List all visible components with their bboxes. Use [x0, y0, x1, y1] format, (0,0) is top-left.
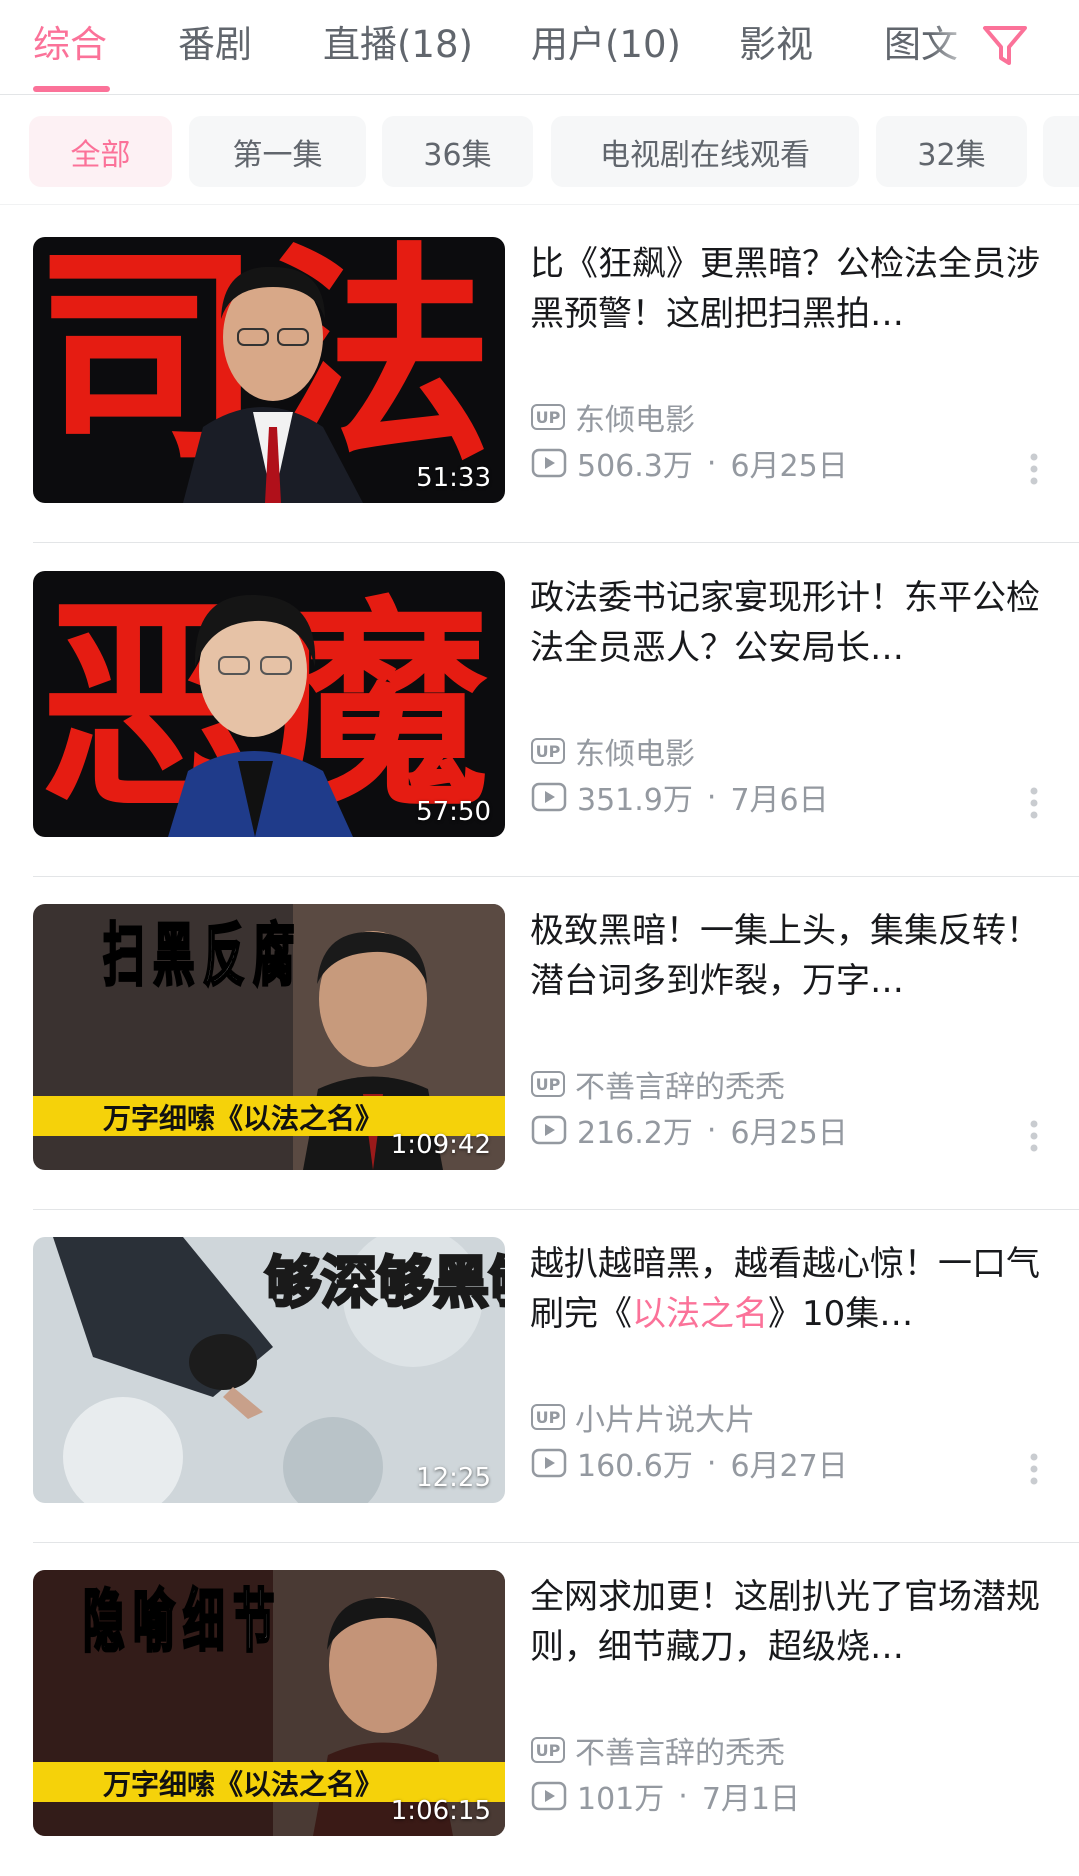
uploader-row[interactable]: UP 小片片说大片 — [531, 1395, 755, 1439]
video-result[interactable]: 够深够黑够烧脑 12:25 越扒越暗黑，越看越心惊！一口气刷完《以法之名》10集… — [0, 1209, 1079, 1543]
more-options-icon[interactable] — [1028, 451, 1040, 487]
play-count-icon — [531, 448, 567, 478]
tab-live[interactable]: 直播(18) — [323, 14, 473, 68]
publish-date: 6月25日 — [730, 449, 848, 484]
view-count: 160.6万 — [577, 1449, 693, 1484]
up-badge-icon: UP — [531, 738, 565, 764]
play-count-icon — [531, 782, 567, 812]
tab-all[interactable]: 综合 — [33, 14, 107, 68]
view-count: 216.2万 — [577, 1116, 693, 1151]
separator: · — [706, 779, 717, 815]
play-count-icon — [531, 1115, 567, 1145]
uploader-name[interactable]: 小片片说大片 — [575, 1395, 755, 1439]
up-badge-icon: UP — [531, 404, 565, 430]
tab-film-tv[interactable]: 影视 — [739, 14, 813, 68]
chip-partial[interactable] — [1043, 116, 1079, 187]
video-title[interactable]: 政法委书记家宴现形计！东平公检法全员恶人？公安局长… — [530, 573, 1040, 673]
video-duration: 1:06:15 — [390, 1796, 491, 1826]
more-options-icon[interactable] — [1028, 1451, 1040, 1487]
chip-watch-online[interactable]: 电视剧在线观看 — [551, 116, 859, 187]
video-duration: 51:33 — [416, 463, 491, 493]
uploader-row[interactable]: UP 不善言辞的秃秃 — [531, 1062, 785, 1106]
stats-row: 506.3万 · 6月25日 — [531, 441, 848, 485]
uploader-row[interactable]: UP 东倾电影 — [531, 729, 695, 773]
video-thumbnail[interactable]: 隐喻细节 万字细嗦《以法之名》 1:06:15 — [33, 1570, 505, 1836]
publish-date: 6月25日 — [730, 1116, 848, 1151]
filter-button[interactable] — [975, 14, 1035, 74]
video-duration: 1:09:42 — [390, 1130, 491, 1160]
thumbnail-overlay-text: 隐喻细节 — [83, 1583, 283, 1662]
separator: · — [678, 1778, 688, 1814]
uploader-name[interactable]: 不善言辞的秃秃 — [575, 1062, 785, 1106]
publish-date: 6月27日 — [730, 1449, 848, 1484]
stats-row: 101万 · 7月1日 — [531, 1774, 800, 1818]
video-thumbnail[interactable]: 够深够黑够烧脑 12:25 — [33, 1237, 505, 1503]
uploader-name[interactable]: 不善言辞的秃秃 — [575, 1728, 785, 1772]
up-badge-icon: UP — [531, 1071, 565, 1097]
play-count-icon — [531, 1781, 567, 1811]
title-text-post: 》10集… — [768, 1294, 914, 1334]
view-count: 506.3万 — [577, 449, 693, 484]
thumbnail-overlay-text: 够深够黑够烧脑 — [265, 1251, 505, 1316]
up-badge-icon: UP — [531, 1737, 565, 1763]
separator: · — [706, 445, 717, 481]
thumbnail-banner-text: 万字细嗦《以法之名》 — [103, 1102, 383, 1135]
chip-all[interactable]: 全部 — [29, 116, 172, 187]
uploader-name[interactable]: 东倾电影 — [575, 395, 695, 439]
view-count: 101万 — [577, 1782, 665, 1817]
title-keyword-highlight: 以法之名 — [632, 1294, 768, 1334]
publish-date: 7月1日 — [701, 1782, 800, 1817]
separator: · — [706, 1445, 717, 1481]
chip-episode-1[interactable]: 第一集 — [189, 116, 366, 187]
more-options-icon[interactable] — [1028, 785, 1040, 821]
thumbnail-banner-text: 万字细嗦《以法之名》 — [103, 1768, 383, 1801]
stats-row: 216.2万 · 6月25日 — [531, 1108, 848, 1152]
video-title[interactable]: 极致黑暗！一集上头，集集反转！潜台词多到炸裂，万字… — [530, 906, 1040, 1006]
active-tab-indicator — [33, 86, 110, 92]
uploader-row[interactable]: UP 不善言辞的秃秃 — [531, 1728, 785, 1772]
stats-row: 351.9万 · 7月6日 — [531, 775, 829, 819]
video-duration: 12:25 — [416, 1463, 491, 1493]
thumbnail-text-line: 够深够黑够烧脑 — [265, 1251, 505, 1316]
video-duration: 57:50 — [416, 797, 491, 827]
video-title[interactable]: 越扒越暗黑，越看越心惊！一口气刷完《以法之名》10集… — [530, 1239, 1040, 1339]
chip-32-episodes[interactable]: 32集 — [876, 116, 1027, 187]
filter-funnel-icon — [983, 26, 1027, 65]
video-result[interactable]: 扫黑反腐 万字细嗦《以法之名》 1:09:42 极致黑暗！一集上头，集集反转！潜… — [0, 876, 1079, 1210]
uploader-name[interactable]: 东倾电影 — [575, 729, 695, 773]
video-result[interactable]: 隐喻细节 万字细嗦《以法之名》 1:06:15 全网求加更！这剧扒光了官场潜规则… — [0, 1542, 1079, 1876]
search-tabs-bar: 综合 番剧 直播(18) 用户(10) 影视 图文 — [0, 0, 1079, 95]
video-result[interactable]: 司法 51:33 比《狂飙》更黑暗？公检法全员涉黑预警！这剧把扫黑拍… UP 东… — [0, 209, 1079, 543]
stats-row: 160.6万 · 6月27日 — [531, 1441, 848, 1485]
play-count-icon — [531, 1448, 567, 1478]
tab-anime[interactable]: 番剧 — [178, 14, 252, 68]
keyword-chip-row: 全部 第一集 36集 电视剧在线观看 32集 — [0, 94, 1079, 205]
up-badge-icon: UP — [531, 1404, 565, 1430]
video-thumbnail[interactable]: 司法 51:33 — [33, 237, 505, 503]
video-result[interactable]: 恶魔 57:50 政法委书记家宴现形计！东平公检法全员恶人？公安局长… UP 东… — [0, 543, 1079, 877]
video-title[interactable]: 比《狂飙》更黑暗？公检法全员涉黑预警！这剧把扫黑拍… — [530, 239, 1040, 339]
thumbnail-overlay-text: 扫黑反腐 — [103, 917, 303, 996]
uploader-row[interactable]: UP 东倾电影 — [531, 395, 695, 439]
video-title[interactable]: 全网求加更！这剧扒光了官场潜规则，细节藏刀，超级烧… — [530, 1572, 1040, 1672]
publish-date: 7月6日 — [730, 783, 829, 818]
view-count: 351.9万 — [577, 783, 693, 818]
tab-fade-overlay — [930, 0, 980, 90]
video-thumbnail[interactable]: 扫黑反腐 万字细嗦《以法之名》 1:09:42 — [33, 904, 505, 1170]
more-options-icon[interactable] — [1028, 1118, 1040, 1154]
video-thumbnail[interactable]: 恶魔 57:50 — [33, 571, 505, 837]
chip-36-episodes[interactable]: 36集 — [382, 116, 533, 187]
separator: · — [706, 1112, 717, 1148]
tab-users[interactable]: 用户(10) — [531, 14, 681, 68]
